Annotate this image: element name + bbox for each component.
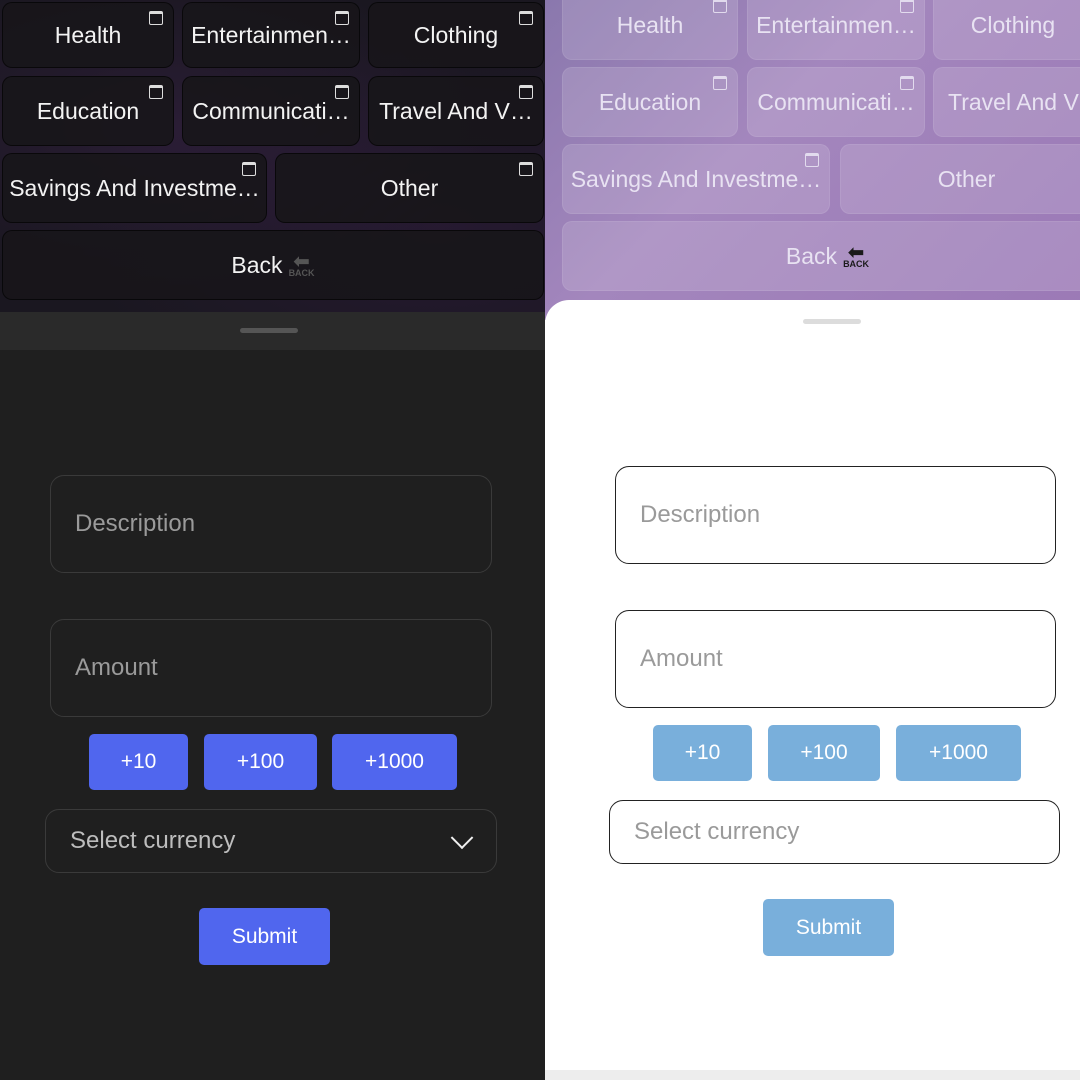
window-icon [519,11,533,25]
category-clothing[interactable]: Clothing [933,0,1080,60]
category-label: Education [598,88,702,115]
amount-input[interactable]: Amount [50,619,492,717]
add-10-button[interactable]: +10 [89,734,188,790]
currency-placeholder: Select currency [70,827,236,854]
bottom-divider [545,1070,1080,1080]
category-label: Savings And Investme… [570,165,822,192]
bottom-sheet-header [0,312,545,350]
description-input[interactable]: Description [615,466,1056,564]
add-10-button[interactable]: +10 [653,725,752,781]
add-100-button[interactable]: +100 [204,734,317,790]
back-label: Back [231,251,283,278]
category-travel[interactable]: Travel And V… [368,76,544,146]
category-communication[interactable]: Communicati… [747,67,925,137]
category-other[interactable]: Other [840,144,1080,214]
category-entertainment[interactable]: Entertainmen… [182,2,360,68]
category-label: Other [380,174,439,201]
description-input[interactable]: Description [50,475,492,573]
window-icon [900,76,914,90]
amount-placeholder: Amount [640,645,723,672]
category-label: Travel And V… [379,97,533,124]
back-arrow-icon: ⬅ BACK [843,242,870,269]
category-label: Health [54,21,122,48]
category-label: Savings And Investme… [9,174,260,201]
category-label: Health [616,11,684,38]
window-icon [149,85,163,99]
category-label: Entertainmen… [756,11,916,38]
window-icon [519,162,533,176]
light-theme-screen: Health Entertainmen… Clothing Education … [545,0,1080,1080]
category-label: Clothing [970,11,1056,38]
back-label: Back [785,242,838,269]
window-icon [519,85,533,99]
sheet-drag-handle[interactable] [803,319,861,324]
dark-theme-screen: Health Entertainmen… Clothing Education … [0,0,545,1080]
category-communication[interactable]: Communicati… [182,76,360,146]
category-clothing[interactable]: Clothing [368,2,544,68]
category-label: Education [36,97,140,124]
category-label: Other [937,165,996,192]
currency-placeholder: Select currency [634,818,800,845]
chevron-down-icon [450,826,474,850]
currency-select[interactable]: Select currency [45,809,497,873]
window-icon [242,162,256,176]
window-icon [900,0,914,13]
amount-input[interactable]: Amount [615,610,1056,708]
category-travel[interactable]: Travel And V… [933,67,1080,137]
category-label: Entertainmen… [191,21,351,48]
description-placeholder: Description [75,510,196,537]
category-label: Communicati… [757,88,915,115]
back-arrow-icon: ⬅ BACK [288,251,315,278]
submit-button[interactable]: Submit [199,908,330,965]
category-savings[interactable]: Savings And Investme… [2,153,267,223]
sheet-drag-handle[interactable] [240,328,298,333]
add-1000-button[interactable]: +1000 [332,734,457,790]
window-icon [335,85,349,99]
category-savings[interactable]: Savings And Investme… [562,144,830,214]
window-icon [335,11,349,25]
category-label: Travel And V… [948,88,1080,115]
category-label: Clothing [413,21,499,48]
window-icon [713,76,727,90]
window-icon [713,0,727,13]
category-education[interactable]: Education [2,76,174,146]
category-health[interactable]: Health [2,2,174,68]
back-button[interactable]: Back ⬅ BACK [2,230,544,300]
window-icon [149,11,163,25]
description-placeholder: Description [640,501,761,528]
back-button[interactable]: Back ⬅ BACK [562,221,1080,291]
category-entertainment[interactable]: Entertainmen… [747,0,925,60]
submit-button[interactable]: Submit [763,899,894,956]
window-icon [805,153,819,167]
currency-select[interactable]: Select currency [609,800,1060,864]
add-1000-button[interactable]: +1000 [896,725,1021,781]
category-health[interactable]: Health [562,0,738,60]
category-education[interactable]: Education [562,67,738,137]
category-label: Communicati… [192,97,350,124]
category-other[interactable]: Other [275,153,544,223]
amount-placeholder: Amount [75,654,158,681]
add-100-button[interactable]: +100 [768,725,880,781]
